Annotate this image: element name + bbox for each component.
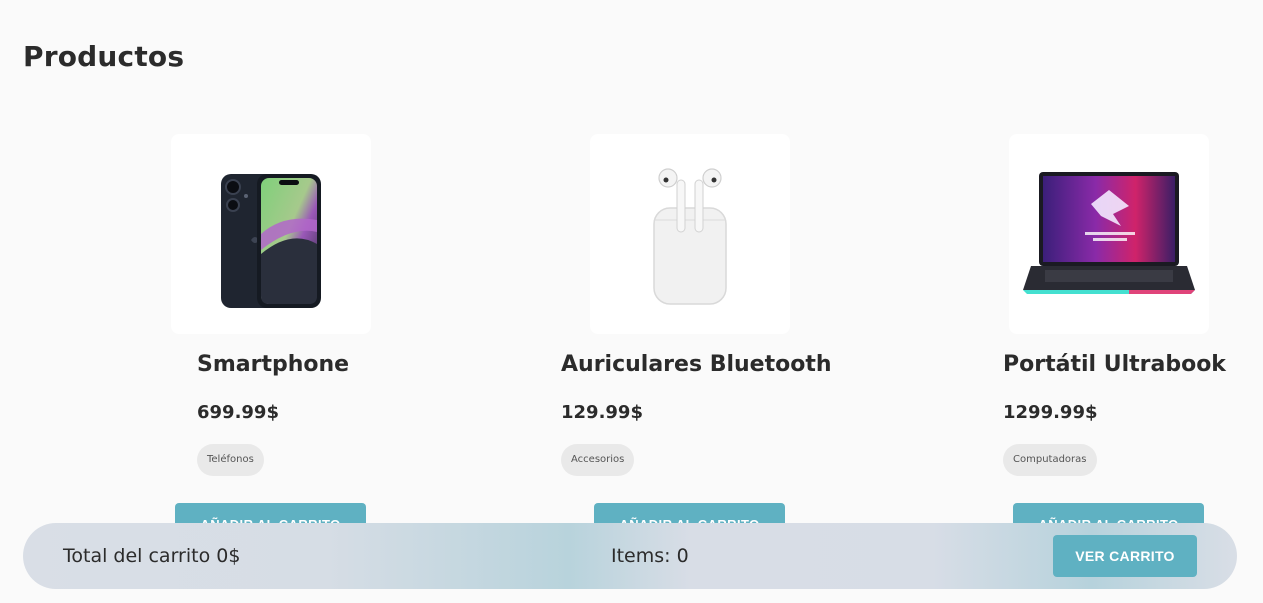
product-image[interactable] <box>1009 134 1209 334</box>
category-badge[interactable]: Teléfonos <box>197 444 264 476</box>
product-name[interactable]: Smartphone <box>197 352 349 377</box>
product-price: 1299.99$ <box>1003 402 1098 423</box>
smartphone-image <box>221 174 321 308</box>
view-cart-button[interactable]: VER CARRITO <box>1053 535 1197 577</box>
cart-items-count: Items: 0 <box>611 545 689 567</box>
product-name[interactable]: Auriculares Bluetooth <box>561 352 832 377</box>
page: Productos Smartphone 699.99$ Teléfonos A… <box>0 0 1263 603</box>
cart-total: Total del carrito 0$ <box>63 545 241 567</box>
category-badge[interactable]: Accesorios <box>561 444 635 476</box>
cart-bar: Total del carrito 0$ Items: 0 VER CARRIT… <box>23 523 1237 589</box>
category-badge[interactable]: Computadoras <box>1003 444 1097 476</box>
product-price: 129.99$ <box>561 402 643 423</box>
product-image[interactable] <box>171 134 371 334</box>
laptop-image <box>1023 172 1195 294</box>
product-name[interactable]: Portátil Ultrabook <box>1003 352 1226 377</box>
earbuds-image <box>653 168 727 305</box>
product-price: 699.99$ <box>197 402 279 423</box>
product-image[interactable] <box>590 134 790 334</box>
page-title: Productos <box>23 40 185 73</box>
